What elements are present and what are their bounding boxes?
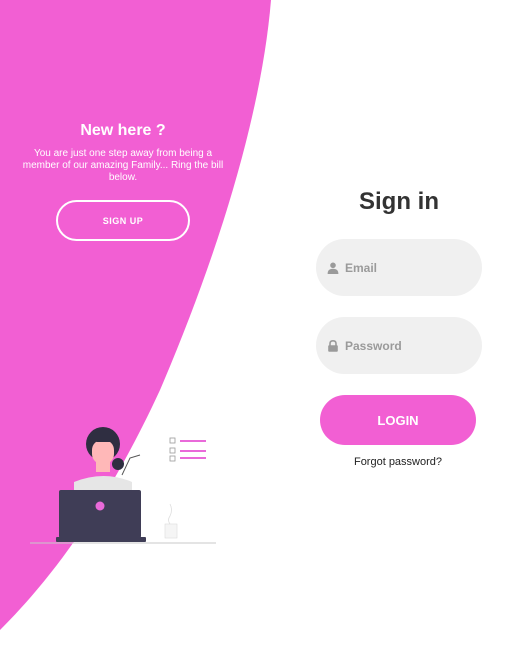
login-button[interactable]: LOGIN — [320, 395, 476, 445]
lock-icon — [328, 339, 338, 352]
user-icon — [327, 262, 339, 274]
password-field[interactable] — [316, 317, 482, 374]
email-field[interactable] — [316, 239, 482, 296]
forgot-password-link[interactable]: Forgot password? — [330, 456, 466, 468]
left-hero: New here ? You are just one step away fr… — [20, 122, 226, 184]
sign-up-button[interactable]: SIGN UP — [56, 200, 190, 241]
email-input[interactable] — [345, 260, 465, 275]
woman-at-laptop-illustration — [30, 427, 216, 544]
hero-description: You are just one step away from being a … — [22, 148, 224, 183]
hero-title: New here ? — [80, 122, 166, 139]
sign-in-title: Sign in — [359, 188, 439, 215]
password-input[interactable] — [345, 338, 465, 353]
